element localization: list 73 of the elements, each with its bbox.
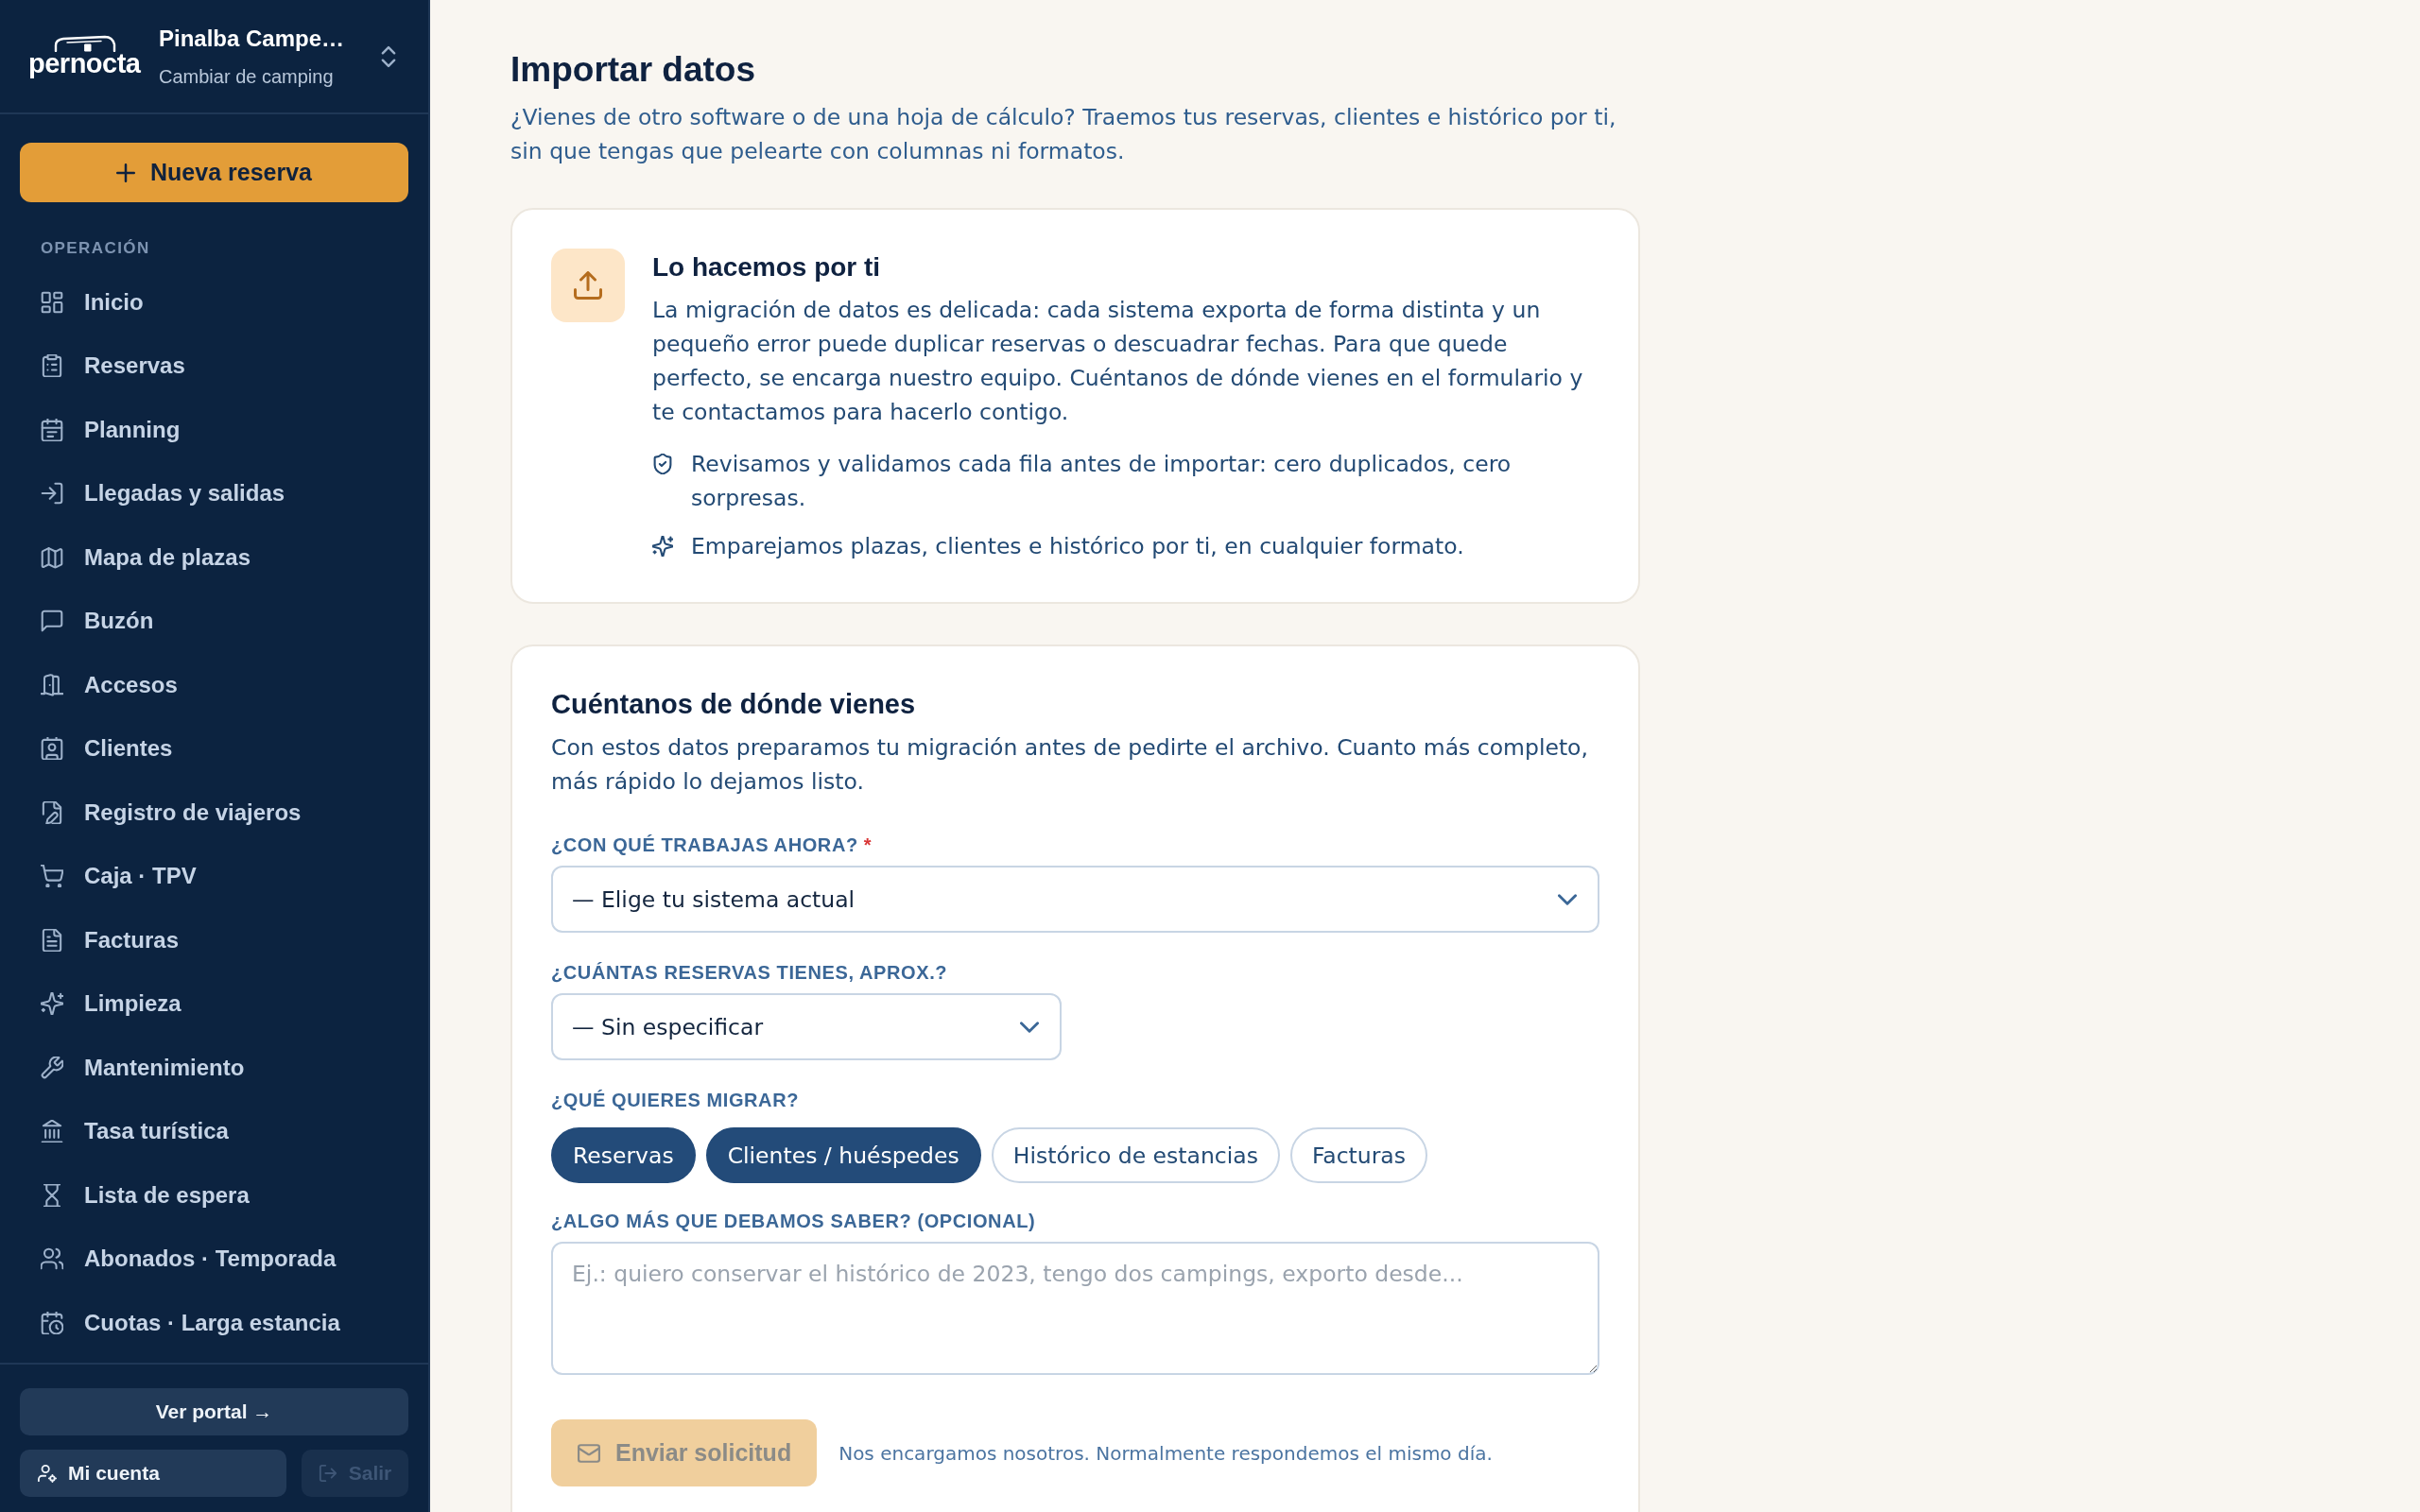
contact-card-icon [41, 737, 63, 761]
nav-section-label: OPERACIÓN [41, 239, 150, 258]
shield-check-icon [652, 454, 673, 474]
chevron-down-icon [1558, 893, 1577, 905]
form-description: Con estos datos preparamos tu migración antes de pedirte el archivo. Cuanto más completo, más rápido lo dejamos listo. [551, 733, 1589, 797]
option-chip[interactable]: Reservas [551, 1127, 696, 1183]
user-gear-icon [38, 1464, 57, 1483]
switch-camp-link[interactable]: Cambiar de camping [159, 63, 334, 89]
nav-item[interactable]: Buzón [0, 589, 417, 653]
field-label: ¿CON QUÉ TRABAJAS AHORA? [551, 833, 858, 857]
nav-item[interactable]: Accesos [0, 653, 417, 717]
document-pen-icon [41, 800, 63, 824]
dropdown-select[interactable]: — Elige tu sistema actual [551, 866, 1599, 933]
dashboard-grid-icon [41, 290, 63, 314]
sign-out-icon [318, 1464, 337, 1483]
nav-item[interactable]: Mantenimiento [0, 1036, 417, 1100]
nav-item[interactable]: Abonados · Temporada [0, 1227, 417, 1291]
field-label: ¿ALGO MÁS QUE DEBAMOS SABER? (OPCIONAL) [551, 1210, 1036, 1233]
nav-item[interactable]: Inicio [0, 270, 417, 335]
notes-field[interactable]: Ej.: quiero conservar el histórico de 2023, tengo dos campings, exporto desde... [551, 1242, 1599, 1375]
view-portal-button[interactable]: Ver portal → [20, 1388, 408, 1435]
nav-item[interactable]: Clientes [0, 716, 417, 781]
feature-bullet: Revisamos y validamos cada fila antes de importar: cero duplicados, cero sorpresas. [691, 450, 1512, 513]
nav-item[interactable]: Planning [0, 398, 417, 462]
nav-item[interactable]: Caja · TPV [0, 844, 417, 908]
nav-item[interactable]: Reservas [0, 334, 417, 398]
nav-item[interactable]: Tasa turística [0, 1099, 417, 1163]
card-text: La migración de datos es delicada: cada sistema exporta de forma distinta y un pequeño error puede duplicar reservas o descuadrar fechas. Para que quede perfecto, se encarga nuestro equipo. Cuéntanos de dónde vienes en el formulario y te contactamos para hacerlo contigo. [652, 296, 1584, 427]
nav-item[interactable]: Facturas [0, 908, 417, 972]
card-title: Lo hacemos por ti [652, 251, 882, 284]
chat-bubble-icon [41, 610, 63, 633]
door-icon [41, 673, 63, 696]
option-chip[interactable]: Histórico de estancias [991, 1127, 1280, 1183]
camper-roof-icon [54, 35, 116, 52]
calendar-clock-icon [41, 1311, 63, 1334]
sparkles-icon [41, 992, 63, 1016]
chevrons-up-down-icon[interactable] [381, 44, 396, 68]
feature-bullet: Emparejamos plazas, clientes e histórico por ti, en cualquier formato. [691, 532, 1464, 561]
clipboard-list-icon [41, 354, 63, 378]
document-lines-icon [41, 928, 63, 952]
folded-map-icon [41, 545, 63, 569]
response-note: Nos encargamos nosotros. Normalmente respondemos el mismo día. [838, 1440, 1493, 1467]
mail-icon [578, 1443, 600, 1463]
option-chip[interactable]: Clientes / huéspedes [705, 1127, 981, 1183]
hourglass-icon [41, 1183, 63, 1207]
bank-building-icon [41, 1120, 63, 1143]
calendar-icon [41, 418, 63, 441]
option-chip[interactable]: Facturas [1289, 1127, 1427, 1183]
nav-item[interactable]: Registro de viajeros [0, 781, 417, 845]
upload-icon [551, 249, 625, 322]
nav-item[interactable]: Cuotas · Larga estancia [0, 1291, 417, 1355]
nav-item[interactable]: Llegadas y salidas [0, 461, 417, 525]
nav-item[interactable]: Mapa de plazas [0, 525, 417, 590]
field-label: ¿QUÉ QUIERES MIGRAR? [551, 1089, 799, 1112]
dropdown-select[interactable]: — Sin especificar [551, 993, 1062, 1060]
chevron-down-icon [1020, 1021, 1039, 1033]
field-label: ¿CUÁNTAS RESERVAS TIENES, APROX.? [551, 961, 948, 985]
required-asterisk: * [863, 833, 872, 857]
nav-item[interactable]: Lista de espera [0, 1163, 417, 1228]
page-title: Importar datos [510, 49, 757, 91]
camp-name: Pinalba Campe… [159, 24, 346, 53]
plus-icon [116, 163, 135, 182]
shopping-cart-icon [41, 865, 63, 888]
brand-logo: pernocta [28, 49, 142, 77]
new-booking-button[interactable]: Nueva reserva [20, 143, 408, 202]
form-title: Cuéntanos de dónde vienes [551, 688, 917, 721]
sign-in-arrow-icon [41, 482, 63, 506]
two-people-icon [41, 1247, 63, 1271]
page-subtitle: ¿Vienes de otro software o de una hoja de cálculo? Traemos tus reservas, clientes e histórico por ti, sin que tengas que pelearte con columnas ni formatos. [510, 103, 1617, 166]
account-button[interactable]: Mi cuenta [20, 1450, 286, 1497]
sparkles-icon [652, 536, 673, 557]
wrench-icon [41, 1056, 63, 1079]
nav-item[interactable]: Limpieza [0, 971, 417, 1036]
